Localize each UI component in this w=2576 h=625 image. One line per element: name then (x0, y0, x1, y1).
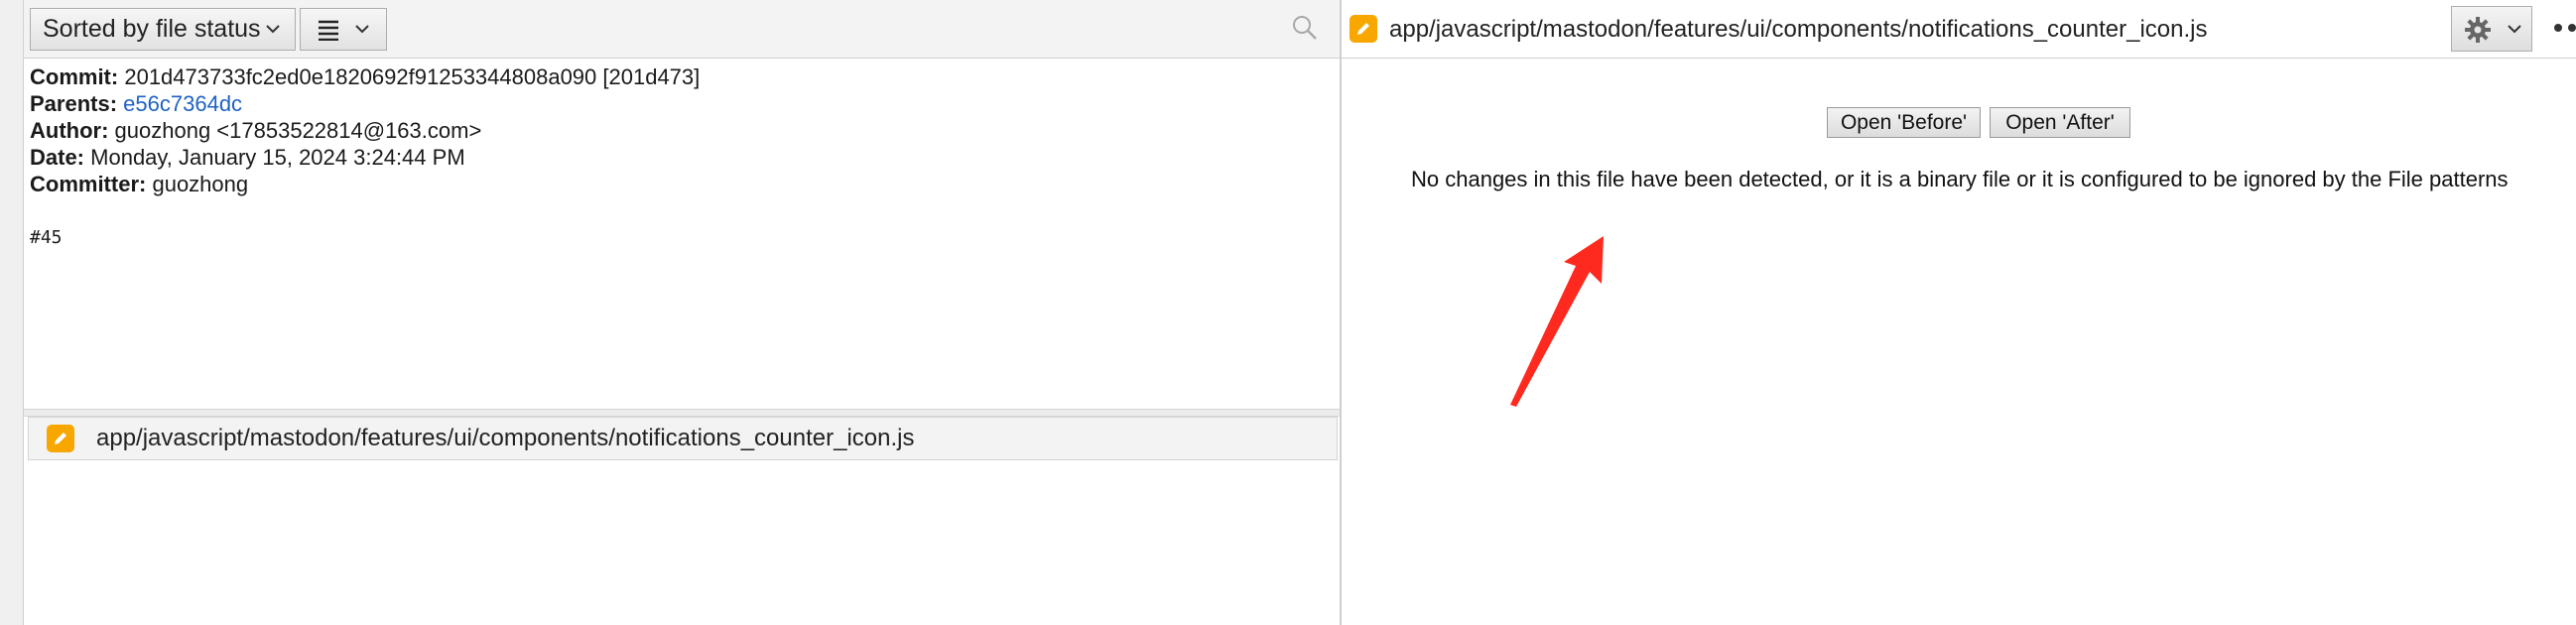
parent-commit-link[interactable]: e56c7364dc (123, 91, 242, 116)
view-mode-dropdown[interactable] (300, 8, 387, 51)
chevron-down-icon (355, 25, 369, 34)
open-before-button[interactable]: Open 'Before' (1827, 107, 1981, 138)
file-path: app/javascript/mastodon/features/ui/comp… (96, 425, 915, 451)
modified-pencil-icon (1350, 15, 1377, 43)
author-value: guozhong <17853522814@163.com> (114, 118, 482, 143)
committer-row: Committer: guozhong (30, 172, 249, 196)
chevron-down-icon (266, 25, 280, 34)
commit-details-pane: Sorted by file status Commit: 201d473733… (24, 0, 1340, 625)
sort-dropdown-label: Sorted by file status (43, 15, 261, 43)
annotation-arrow-icon (1510, 236, 1604, 407)
list-item[interactable]: app/javascript/mastodon/features/ui/comp… (28, 417, 1338, 460)
commit-message: #45 (30, 227, 63, 248)
date-value: Monday, January 15, 2024 3:24:44 PM (90, 145, 465, 170)
list-view-icon (319, 20, 338, 41)
gear-icon (2465, 17, 2491, 43)
modified-pencil-icon (47, 425, 74, 452)
chevron-down-icon (2508, 25, 2521, 34)
commit-info: Commit: 201d473733fc2ed0e1820692f9125334… (30, 63, 1330, 251)
search-icon[interactable] (1290, 13, 1320, 43)
date-row: Date: Monday, January 15, 2024 3:24:44 P… (30, 145, 465, 170)
more-options-icon[interactable] (2552, 18, 2576, 38)
committer-value: guozhong (152, 172, 249, 196)
open-after-button[interactable]: Open 'After' (1990, 107, 2130, 138)
pane-splitter[interactable] (24, 409, 1340, 417)
author-row: Author: guozhong <17853522814@163.com> (30, 118, 482, 143)
commit-hash: 201d473733fc2ed0e1820692f91253344808a090… (124, 64, 701, 89)
commit-hash-row: Commit: 201d473733fc2ed0e1820692f9125334… (30, 64, 701, 89)
no-changes-message: No changes in this file have been detect… (1411, 167, 2509, 191)
diff-pane: app/javascript/mastodon/features/ui/comp… (1340, 0, 2576, 625)
diff-settings-button[interactable] (2451, 6, 2532, 52)
file-list-toolbar: Sorted by file status (24, 0, 1340, 59)
parents-row: Parents: e56c7364dc (30, 91, 243, 116)
sort-dropdown[interactable]: Sorted by file status (30, 8, 296, 51)
diff-file-path: app/javascript/mastodon/features/ui/comp… (1389, 16, 2208, 43)
changed-files-list: app/javascript/mastodon/features/ui/comp… (24, 417, 1340, 625)
left-edge-strip (0, 0, 24, 625)
diff-header: app/javascript/mastodon/features/ui/comp… (1342, 0, 2576, 59)
